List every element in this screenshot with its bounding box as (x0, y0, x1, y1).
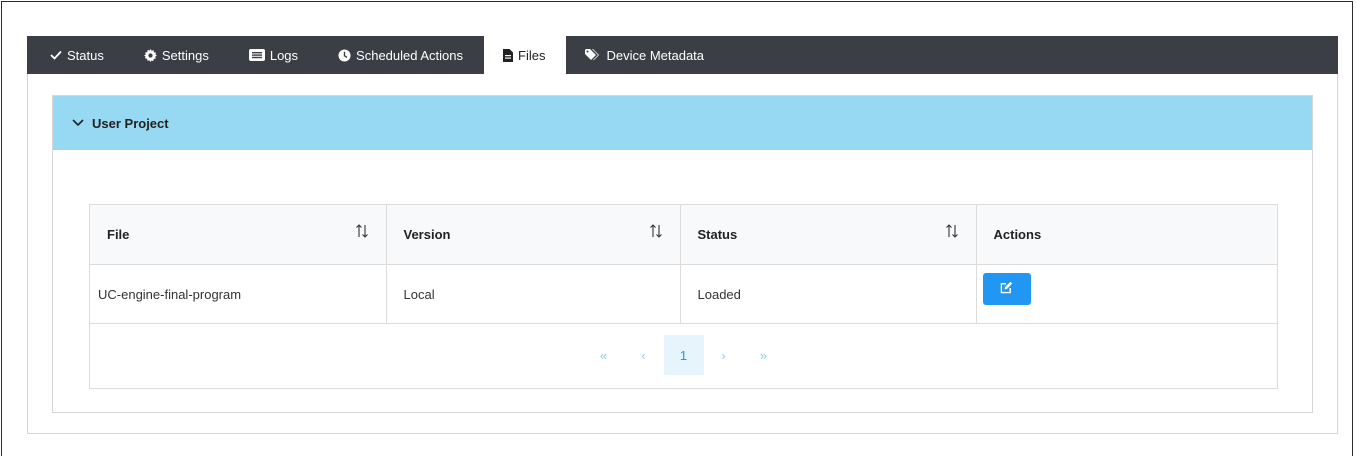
check-icon (50, 50, 62, 60)
panel-title: User Project (92, 115, 169, 131)
actions-cell (976, 264, 1277, 324)
tags-icon (585, 49, 601, 61)
column-header-file[interactable]: File (90, 205, 387, 265)
tab-device-metadata[interactable]: Device Metadata (566, 36, 725, 74)
file-cell: UC-engine-final-program (90, 264, 387, 324)
next-page-button[interactable]: › (704, 335, 744, 375)
tab-label: Settings (161, 47, 209, 63)
column-label: Status (697, 227, 738, 242)
file-icon (503, 48, 514, 62)
tab-label: Logs (269, 47, 299, 63)
edit-icon (1000, 281, 1013, 297)
page-1-button[interactable]: 1 (663, 335, 704, 375)
column-header-status[interactable]: Status (680, 205, 977, 265)
tab-label: Status (67, 47, 104, 63)
files-table: File Version Status Actions UC-engine-fi… (89, 204, 1278, 389)
column-label: Actions (993, 227, 1042, 242)
version-cell: Local (386, 264, 681, 324)
tab-label: Files (518, 47, 546, 63)
first-page-button[interactable]: « (584, 335, 624, 375)
prev-page-button[interactable]: ‹ (624, 335, 664, 375)
pagination: « ‹ 1 › » (90, 324, 1277, 386)
table-header-row: File Version Status Actions (90, 205, 1277, 265)
sort-icon (355, 224, 369, 241)
last-page-button[interactable]: » (744, 335, 784, 375)
sort-icon (945, 224, 959, 241)
user-project-panel: User Project File Version Status Actions… (52, 95, 1313, 413)
column-header-actions: Actions (976, 205, 1277, 265)
clock-icon (338, 48, 351, 62)
sort-icon (649, 224, 663, 241)
tab-scheduled-actions[interactable]: Scheduled Actions (319, 36, 484, 74)
chevron-down-icon (72, 119, 84, 127)
panel-header[interactable]: User Project (53, 96, 1312, 150)
tab-bar: Status Settings Logs Scheduled Actions F… (27, 36, 1338, 74)
tab-status[interactable]: Status (27, 36, 125, 74)
edit-button[interactable] (982, 273, 1031, 305)
column-header-version[interactable]: Version (386, 205, 681, 265)
column-label: Version (403, 227, 451, 242)
status-cell: Loaded (680, 264, 977, 324)
tab-files[interactable]: Files (484, 36, 567, 74)
gear-icon (143, 48, 157, 62)
tab-label: Scheduled Actions (356, 47, 464, 63)
tab-label: Device Metadata (606, 47, 705, 63)
column-label: File (107, 227, 130, 242)
table-row: UC-engine-final-program Local Loaded (90, 264, 1277, 324)
tab-logs[interactable]: Logs (230, 36, 319, 74)
list-icon (248, 49, 265, 61)
tab-settings[interactable]: Settings (125, 36, 230, 74)
